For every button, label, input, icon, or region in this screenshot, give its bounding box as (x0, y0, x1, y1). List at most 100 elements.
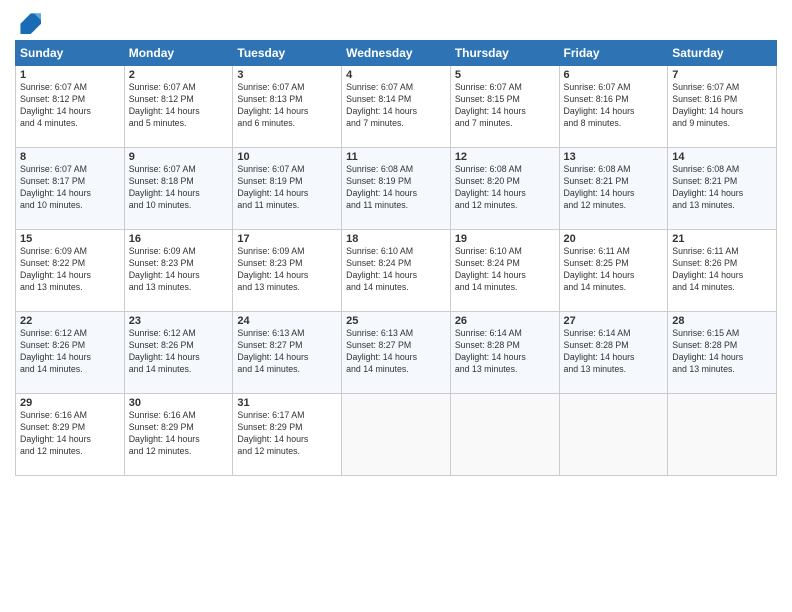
cell: 19Sunrise: 6:10 AMSunset: 8:24 PMDayligh… (450, 230, 559, 312)
day-number: 24 (237, 315, 337, 327)
day-number: 23 (129, 315, 229, 327)
col-header-monday: Monday (124, 41, 233, 66)
cell: 30Sunrise: 6:16 AMSunset: 8:29 PMDayligh… (124, 394, 233, 476)
cell: 6Sunrise: 6:07 AMSunset: 8:16 PMDaylight… (559, 66, 668, 148)
cell-info: Sunrise: 6:09 AMSunset: 8:23 PMDaylight:… (237, 246, 337, 294)
cell-info: Sunrise: 6:17 AMSunset: 8:29 PMDaylight:… (237, 410, 337, 458)
day-number: 18 (346, 233, 446, 245)
day-number: 6 (564, 69, 664, 81)
cell-info: Sunrise: 6:07 AMSunset: 8:14 PMDaylight:… (346, 82, 446, 130)
week-row-5: 29Sunrise: 6:16 AMSunset: 8:29 PMDayligh… (16, 394, 777, 476)
cell: 13Sunrise: 6:08 AMSunset: 8:21 PMDayligh… (559, 148, 668, 230)
day-number: 17 (237, 233, 337, 245)
day-number: 13 (564, 151, 664, 163)
cell-info: Sunrise: 6:13 AMSunset: 8:27 PMDaylight:… (237, 328, 337, 376)
day-number: 8 (20, 151, 120, 163)
week-row-4: 22Sunrise: 6:12 AMSunset: 8:26 PMDayligh… (16, 312, 777, 394)
day-number: 10 (237, 151, 337, 163)
day-number: 11 (346, 151, 446, 163)
cell-info: Sunrise: 6:15 AMSunset: 8:28 PMDaylight:… (672, 328, 772, 376)
cell-info: Sunrise: 6:07 AMSunset: 8:16 PMDaylight:… (564, 82, 664, 130)
cell-info: Sunrise: 6:07 AMSunset: 8:12 PMDaylight:… (20, 82, 120, 130)
calendar-table: SundayMondayTuesdayWednesdayThursdayFrid… (15, 40, 777, 476)
day-number: 28 (672, 315, 772, 327)
cell: 8Sunrise: 6:07 AMSunset: 8:17 PMDaylight… (16, 148, 125, 230)
cell-info: Sunrise: 6:16 AMSunset: 8:29 PMDaylight:… (20, 410, 120, 458)
day-number: 31 (237, 397, 337, 409)
cell (342, 394, 451, 476)
page: SundayMondayTuesdayWednesdayThursdayFrid… (0, 0, 792, 612)
cell: 10Sunrise: 6:07 AMSunset: 8:19 PMDayligh… (233, 148, 342, 230)
day-number: 12 (455, 151, 555, 163)
cell-info: Sunrise: 6:13 AMSunset: 8:27 PMDaylight:… (346, 328, 446, 376)
day-number: 15 (20, 233, 120, 245)
cell: 23Sunrise: 6:12 AMSunset: 8:26 PMDayligh… (124, 312, 233, 394)
logo-icon (15, 10, 43, 34)
cell-info: Sunrise: 6:12 AMSunset: 8:26 PMDaylight:… (129, 328, 229, 376)
cell: 17Sunrise: 6:09 AMSunset: 8:23 PMDayligh… (233, 230, 342, 312)
col-header-friday: Friday (559, 41, 668, 66)
cell: 27Sunrise: 6:14 AMSunset: 8:28 PMDayligh… (559, 312, 668, 394)
cell (450, 394, 559, 476)
cell-info: Sunrise: 6:14 AMSunset: 8:28 PMDaylight:… (455, 328, 555, 376)
cell: 18Sunrise: 6:10 AMSunset: 8:24 PMDayligh… (342, 230, 451, 312)
day-number: 26 (455, 315, 555, 327)
week-row-3: 15Sunrise: 6:09 AMSunset: 8:22 PMDayligh… (16, 230, 777, 312)
day-number: 5 (455, 69, 555, 81)
cell: 7Sunrise: 6:07 AMSunset: 8:16 PMDaylight… (668, 66, 777, 148)
day-number: 7 (672, 69, 772, 81)
cell: 11Sunrise: 6:08 AMSunset: 8:19 PMDayligh… (342, 148, 451, 230)
header (15, 10, 777, 34)
col-header-sunday: Sunday (16, 41, 125, 66)
day-number: 19 (455, 233, 555, 245)
cell: 3Sunrise: 6:07 AMSunset: 8:13 PMDaylight… (233, 66, 342, 148)
cell-info: Sunrise: 6:08 AMSunset: 8:19 PMDaylight:… (346, 164, 446, 212)
cell: 9Sunrise: 6:07 AMSunset: 8:18 PMDaylight… (124, 148, 233, 230)
cell-info: Sunrise: 6:11 AMSunset: 8:26 PMDaylight:… (672, 246, 772, 294)
cell: 25Sunrise: 6:13 AMSunset: 8:27 PMDayligh… (342, 312, 451, 394)
cell-info: Sunrise: 6:10 AMSunset: 8:24 PMDaylight:… (346, 246, 446, 294)
cell: 29Sunrise: 6:16 AMSunset: 8:29 PMDayligh… (16, 394, 125, 476)
cell-info: Sunrise: 6:07 AMSunset: 8:18 PMDaylight:… (129, 164, 229, 212)
col-header-wednesday: Wednesday (342, 41, 451, 66)
col-header-thursday: Thursday (450, 41, 559, 66)
cell: 22Sunrise: 6:12 AMSunset: 8:26 PMDayligh… (16, 312, 125, 394)
cell-info: Sunrise: 6:07 AMSunset: 8:13 PMDaylight:… (237, 82, 337, 130)
cell: 14Sunrise: 6:08 AMSunset: 8:21 PMDayligh… (668, 148, 777, 230)
cell-info: Sunrise: 6:16 AMSunset: 8:29 PMDaylight:… (129, 410, 229, 458)
cell: 5Sunrise: 6:07 AMSunset: 8:15 PMDaylight… (450, 66, 559, 148)
day-number: 27 (564, 315, 664, 327)
cell: 31Sunrise: 6:17 AMSunset: 8:29 PMDayligh… (233, 394, 342, 476)
cell: 1Sunrise: 6:07 AMSunset: 8:12 PMDaylight… (16, 66, 125, 148)
day-number: 3 (237, 69, 337, 81)
day-number: 25 (346, 315, 446, 327)
cell: 15Sunrise: 6:09 AMSunset: 8:22 PMDayligh… (16, 230, 125, 312)
cell: 26Sunrise: 6:14 AMSunset: 8:28 PMDayligh… (450, 312, 559, 394)
cell-info: Sunrise: 6:12 AMSunset: 8:26 PMDaylight:… (20, 328, 120, 376)
day-number: 16 (129, 233, 229, 245)
cell-info: Sunrise: 6:07 AMSunset: 8:12 PMDaylight:… (129, 82, 229, 130)
cell-info: Sunrise: 6:08 AMSunset: 8:20 PMDaylight:… (455, 164, 555, 212)
logo (15, 10, 47, 34)
col-header-saturday: Saturday (668, 41, 777, 66)
cell-info: Sunrise: 6:09 AMSunset: 8:23 PMDaylight:… (129, 246, 229, 294)
col-header-tuesday: Tuesday (233, 41, 342, 66)
day-number: 30 (129, 397, 229, 409)
cell-info: Sunrise: 6:08 AMSunset: 8:21 PMDaylight:… (672, 164, 772, 212)
cell-info: Sunrise: 6:07 AMSunset: 8:17 PMDaylight:… (20, 164, 120, 212)
day-number: 22 (20, 315, 120, 327)
cell (559, 394, 668, 476)
day-number: 29 (20, 397, 120, 409)
day-number: 4 (346, 69, 446, 81)
cell: 21Sunrise: 6:11 AMSunset: 8:26 PMDayligh… (668, 230, 777, 312)
cell: 2Sunrise: 6:07 AMSunset: 8:12 PMDaylight… (124, 66, 233, 148)
cell: 24Sunrise: 6:13 AMSunset: 8:27 PMDayligh… (233, 312, 342, 394)
cell-info: Sunrise: 6:10 AMSunset: 8:24 PMDaylight:… (455, 246, 555, 294)
cell-info: Sunrise: 6:08 AMSunset: 8:21 PMDaylight:… (564, 164, 664, 212)
cell: 4Sunrise: 6:07 AMSunset: 8:14 PMDaylight… (342, 66, 451, 148)
day-number: 20 (564, 233, 664, 245)
day-number: 21 (672, 233, 772, 245)
day-number: 1 (20, 69, 120, 81)
cell-info: Sunrise: 6:07 AMSunset: 8:19 PMDaylight:… (237, 164, 337, 212)
cell: 20Sunrise: 6:11 AMSunset: 8:25 PMDayligh… (559, 230, 668, 312)
